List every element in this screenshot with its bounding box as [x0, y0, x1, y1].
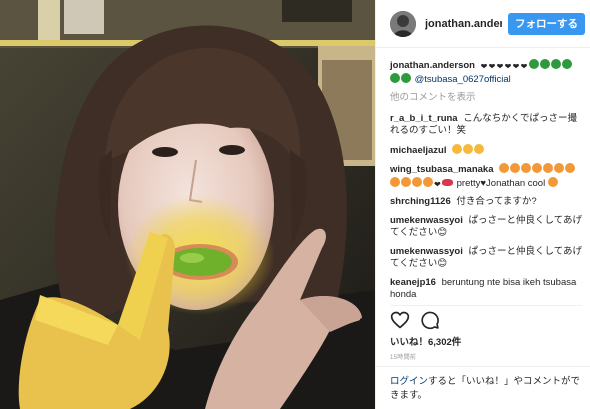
header-username[interactable]: jonathan.andersoi [425, 18, 502, 30]
black-heart-icon: ❤ [434, 179, 441, 189]
clover-icon [390, 72, 400, 83]
heart-icon[interactable] [390, 310, 410, 330]
comment-item: shrching1126 付き合ってますか? [390, 196, 583, 209]
lips-icon [442, 178, 453, 186]
post-photo [0, 0, 375, 409]
login-link[interactable]: ログイン [390, 376, 428, 387]
heart-eyes-face-icon [474, 143, 485, 154]
fox-face-icon [390, 176, 400, 187]
photo-illustration [0, 0, 375, 409]
post-side-panel: jonathan.andersoi フォローする jonathan.anders… [375, 0, 590, 409]
black-heart-icon: ❤ [504, 62, 512, 71]
comment-username[interactable]: umekenwassyoi [390, 246, 463, 257]
comment-item: r_a_b_i_t_runa こんなちかくでぱっさー撮れるのすごい！笑 [390, 113, 583, 138]
comment-username[interactable]: michaeljazul [390, 145, 447, 156]
clover-icon [401, 72, 411, 83]
post-header: jonathan.andersoi フォローする [376, 0, 590, 48]
black-heart-icon: ❤ [480, 62, 488, 71]
fox-face-icon [521, 163, 532, 173]
heart-eyes-face-icon [463, 143, 474, 154]
clover-icon [561, 59, 572, 69]
clover-icon [550, 59, 561, 69]
comment-item: michaeljazul [390, 143, 583, 158]
comment-item: wing_tsubasa_manaka ❤ pretty♥Jonathan co… [390, 163, 583, 190]
fox-face-icon [532, 163, 543, 173]
comment-item: umekenwassyoi ぱっさーと仲良くしてあげてください😊 [390, 215, 583, 240]
comment-text: 付き合ってますか? [456, 196, 537, 207]
fox-face-icon [547, 176, 558, 187]
post-actions [390, 309, 450, 331]
caption-mention[interactable]: @tsubasa_0627official [415, 74, 511, 85]
comment-item: keanejp16 beruntung nte bisa ikeh tsubas… [390, 277, 583, 302]
likes-count[interactable]: いいね！6,302件 [390, 334, 461, 348]
divider [390, 305, 582, 306]
login-prompt: ログインすると「いいね！」やコメントができます。 [376, 366, 590, 409]
follow-button[interactable]: フォローする [508, 12, 585, 35]
comment-username[interactable]: r_a_b_i_t_runa [390, 113, 458, 124]
fox-face-icon [423, 176, 433, 187]
fox-face-icon [401, 176, 411, 187]
comment-username[interactable]: wing_tsubasa_manaka [390, 164, 494, 175]
comment-username[interactable]: keanejp16 [390, 277, 436, 288]
comment-item: umekenwassyoi ぱっさーと仲良くしてあげてください😊 [390, 246, 583, 271]
fox-face-icon [543, 163, 554, 173]
post-timestamp: 15時間前 [390, 355, 417, 361]
clover-icon [528, 59, 539, 69]
black-heart-icon: ❤ [496, 62, 504, 71]
comment-icon[interactable] [420, 310, 440, 330]
comment-username[interactable]: umekenwassyoi [390, 215, 463, 226]
fox-face-icon [554, 163, 565, 173]
caption: jonathan.anderson ❤❤❤❤❤❤ @tsubasa_0627of… [390, 59, 583, 86]
caption-username[interactable]: jonathan.anderson [390, 60, 475, 71]
avatar-image [390, 10, 416, 37]
fox-face-icon [499, 163, 510, 173]
clover-icon [539, 59, 550, 69]
load-more-comments[interactable]: 他のコメントを表示 [390, 92, 583, 105]
comment-username[interactable]: shrching1126 [390, 196, 451, 207]
fox-face-icon [412, 176, 422, 187]
black-heart-icon: ❤ [488, 62, 496, 71]
comment-text: pretty♥Jonathan cool [456, 177, 546, 189]
black-heart-icon: ❤ [520, 62, 528, 71]
fox-face-icon [510, 163, 521, 173]
avatar[interactable] [390, 10, 416, 37]
comments-list: jonathan.anderson ❤❤❤❤❤❤ @tsubasa_0627of… [376, 53, 590, 305]
black-heart-icon: ❤ [512, 62, 520, 71]
heart-eyes-face-icon [452, 143, 463, 154]
fox-face-icon [565, 163, 576, 173]
